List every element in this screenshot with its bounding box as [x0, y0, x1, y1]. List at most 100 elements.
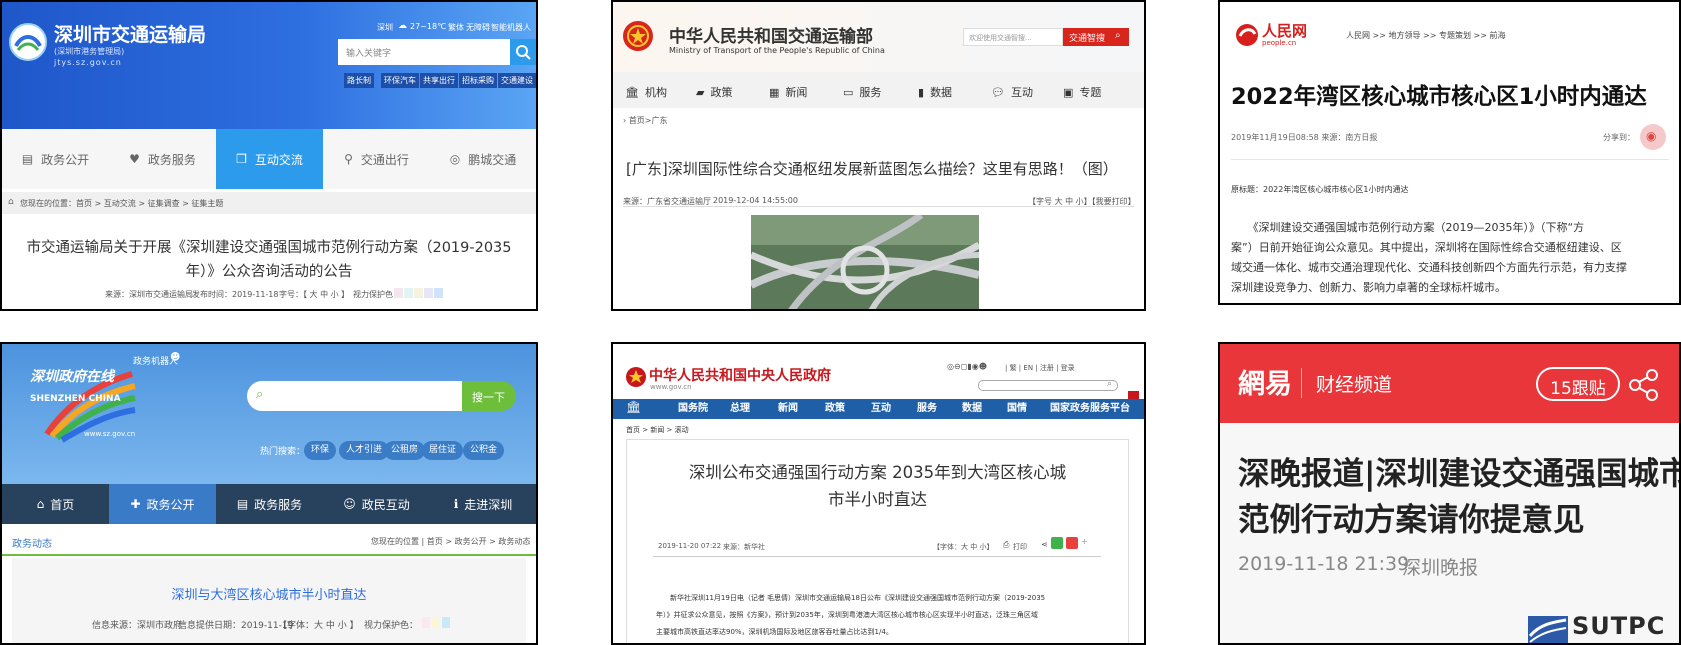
nav-news[interactable]: ▦ 新闻 [769, 84, 807, 100]
doc-icon: ▤ [236, 497, 249, 511]
nav-gov-service[interactable]: ♥ 政务服务 [109, 129, 216, 189]
care-swatch-pink[interactable] [422, 617, 430, 628]
search-icon: ⌕ [1107, 379, 1113, 389]
nav-state-council[interactable]: 国务院 [678, 399, 708, 419]
breadcrumb: 您现在的位置 | 首页 > 政务公开 > 政务动态 [371, 537, 531, 546]
weibo-share-button[interactable]: ◉ [1640, 124, 1666, 150]
hot-tag-environment[interactable]: 环保 [304, 441, 337, 460]
nav-data[interactable]: ▮ 数据 [918, 84, 952, 100]
care-swatch-blue[interactable] [434, 288, 443, 298]
channel-title[interactable]: 财经频道 [1316, 370, 1392, 397]
font-size-control[interactable]: 字号：【 大 中 小 】 [279, 289, 349, 300]
logo-text: 人民网 [1262, 22, 1308, 40]
more-icon[interactable]: + [1081, 537, 1088, 546]
meta-source: 来源：新华社 [723, 543, 765, 551]
meta-source: 信息来源：深圳市政府 [92, 621, 183, 631]
top-links[interactable]: | 繁 | EN | 注册 | 登录 [1005, 363, 1075, 373]
nav-interaction[interactable]: ❐ 互动交流 [216, 129, 323, 189]
toolbar-icons[interactable]: ◎⊖◻▮◉☻ [947, 362, 987, 371]
nav-gov-info[interactable]: ▤ 政务公开 [2, 129, 109, 189]
nav-agency[interactable]: 🏛︎ 机构 [625, 84, 667, 100]
weibo-share-icon[interactable] [1066, 537, 1078, 549]
site-name: 中华人民共和国交通运输部 [669, 27, 873, 47]
nav-home[interactable]: ⌂ 首页 [2, 484, 109, 524]
tag-road-chief[interactable]: 路长制 [344, 73, 374, 88]
print-icon: ⎙ [1003, 540, 1010, 549]
nav-policy[interactable]: ▰ 政策 [696, 84, 732, 100]
nav-service[interactable]: 服务 [917, 399, 937, 419]
search-input[interactable]: ⌕ [247, 381, 465, 411]
care-swatch-cyan[interactable] [404, 288, 413, 298]
nav-travel[interactable]: ⚲ 交通出行 [323, 129, 430, 189]
sutpc-logo-icon [1528, 616, 1568, 643]
search-button[interactable] [510, 39, 536, 65]
hot-tag-fund[interactable]: 公积金 [463, 441, 505, 460]
search-placeholder: 输入关键字 [346, 49, 392, 59]
people-logo-icon [1236, 24, 1258, 46]
weather-icon: ☁ [398, 21, 407, 31]
tag-procurement[interactable]: 招标采购 [459, 73, 497, 88]
wechat-share-icon[interactable] [1051, 537, 1063, 549]
nav-interaction[interactable]: 💬︎ 互动 [991, 84, 1033, 100]
tag-green-car[interactable]: 环保汽车 [381, 73, 419, 88]
search-input[interactable]: 欢迎使用交通智搜... [963, 28, 1063, 46]
building-icon: 🏛︎ [625, 85, 639, 99]
link-accessibility[interactable]: 无障碍 [466, 22, 490, 33]
meta-source: 深圳晚报 [1402, 557, 1479, 579]
nav-gov-info[interactable]: ✚ 政务公开 [109, 484, 216, 524]
nav-service-platform[interactable]: 国家政务服务平台 [1050, 399, 1130, 419]
search-icon [516, 45, 531, 60]
print-link[interactable]: 打印 [1013, 542, 1027, 552]
font-size-control[interactable]: 【字体：大 中 小】 [933, 542, 993, 552]
link-traditional[interactable]: 繁体 [448, 22, 464, 33]
divider [653, 556, 1101, 557]
nav-about-sz[interactable]: ℹ 走进深圳 [430, 484, 536, 524]
nav-gov-service[interactable]: ▤ 政务服务 [216, 484, 323, 524]
search-icon: ⌕ [256, 387, 264, 402]
hot-tag-housing[interactable]: 公租房 [384, 441, 426, 460]
tag-construction[interactable]: 交通建设 [498, 73, 536, 88]
location-text: 深圳 [377, 23, 393, 32]
breadcrumb[interactable]: 人民网 >> 地方领导 >> 专题策划 >> 前海 [1346, 30, 1505, 41]
care-swatch-lavender[interactable] [424, 288, 433, 298]
body-line2: 案”）日前开始征询公众意见。其中提出，深圳将在国际性综合交通枢纽建设、区 [1231, 241, 1622, 254]
site-url: www.gov.cn [650, 383, 692, 391]
font-size-control[interactable]: 【字体：大 中 小 】 [278, 618, 359, 631]
nav-interaction[interactable]: ☺ 政民互动 [323, 484, 430, 524]
article-title-line1: 深晚报道|深圳建设交通强国城市 [1238, 456, 1681, 492]
nav-interaction[interactable]: 互动 [871, 399, 891, 419]
tag-shared-travel[interactable]: 共享出行 [420, 73, 458, 88]
sutpc-watermark: SUTPC [1572, 612, 1666, 640]
nav-topics[interactable]: ▣ 专题 [1063, 84, 1101, 100]
people-daily-panel: 人民网 people.cn 人民网 >> 地方领导 >> 专题策划 >> 前海 … [1218, 0, 1681, 305]
weibo-icon: ◉ [1646, 129, 1657, 143]
link-robot[interactable]: 智能机器人 [491, 22, 531, 33]
search-button[interactable]: 搜一下 [462, 381, 516, 411]
sz-gov-online-panel: 深圳政府在线 SHENZHEN CHINA www.sz.gov.cn 政务机器… [0, 342, 538, 645]
hot-tag-residence[interactable]: 居住证 [422, 441, 464, 460]
article-title: 2022年湾区核心城市核心区1小时内通达 [1231, 84, 1647, 110]
nav-national-status[interactable]: 国情 [1007, 399, 1027, 419]
nav-policy[interactable]: 政策 [825, 399, 845, 419]
nav-city-transport[interactable]: ◎ 鹏城交通 [430, 129, 536, 189]
bar-chart-icon: ▮ [918, 85, 925, 99]
search-input[interactable]: ⌕ [978, 379, 1118, 391]
nav-news[interactable]: 新闻 [778, 399, 798, 419]
search-input[interactable]: 输入关键字 [338, 39, 510, 65]
care-swatch-yellow[interactable] [432, 617, 440, 628]
care-swatch-yellow[interactable] [414, 288, 423, 298]
hot-tag-talent[interactable]: 人才引进 [339, 441, 390, 460]
nav-premier[interactable]: 总理 [730, 399, 750, 419]
nav-data[interactable]: 数据 [962, 399, 982, 419]
care-swatch-pink[interactable] [394, 288, 403, 298]
hot-search-label: 热门搜索： [260, 447, 306, 457]
section-title[interactable]: 政务动态 [12, 535, 52, 550]
comments-button[interactable]: 15跟贴 [1536, 367, 1620, 401]
plus-icon: ✚ [130, 497, 141, 511]
nav-service[interactable]: ▭ 服务 [843, 84, 881, 100]
search-button[interactable]: 交通智搜 ⌕ [1063, 28, 1129, 46]
care-swatch-blue[interactable] [442, 617, 450, 628]
share-icon[interactable] [1628, 368, 1660, 402]
transport-logo-icon [9, 23, 47, 61]
share-icon[interactable]: ⋖ [1041, 540, 1048, 549]
